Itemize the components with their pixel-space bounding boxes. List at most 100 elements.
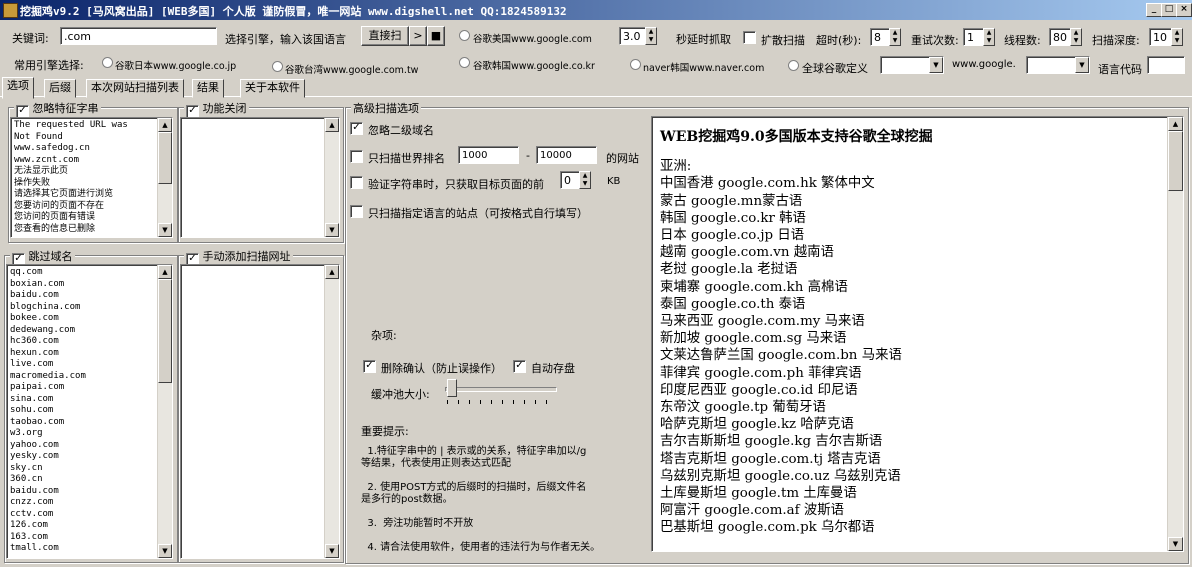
scroll-down-arrow[interactable]: ▼ <box>1168 537 1183 551</box>
chevron-down-icon[interactable]: ▼ <box>1075 57 1089 73</box>
list-item: 360.cn <box>10 474 43 484</box>
scroll-up-arrow[interactable]: ▲ <box>158 118 172 132</box>
scroll-down-arrow[interactable]: ▼ <box>325 544 339 558</box>
notes-title: 重要提示: <box>361 425 409 438</box>
buffer-slider-ticks <box>447 400 555 404</box>
close-button[interactable]: × <box>1176 3 1192 17</box>
list-item: 菲律宾 google.com.ph 菲律宾语 <box>660 365 862 381</box>
list-item: 中国香港 google.com.hk 繁体中文 <box>660 176 875 192</box>
radio-google-kr[interactable] <box>459 57 470 68</box>
ignore-subdomain-label: 忽略二级域名 <box>368 124 434 137</box>
verify-stepper[interactable]: ▲ ▼ <box>579 171 591 189</box>
rank-to-input[interactable]: 10000 <box>536 146 597 164</box>
lang-code-input[interactable] <box>1147 56 1185 74</box>
scroll-down-arrow[interactable]: ▼ <box>158 223 172 237</box>
depth-input[interactable]: 10 <box>1149 28 1173 46</box>
radio-google-us[interactable] <box>459 30 470 41</box>
scroll-up-arrow[interactable]: ▲ <box>325 265 339 279</box>
verify-checkbox[interactable] <box>350 176 363 189</box>
ignore-strings-list[interactable]: The requested URL was Not Found www.safedo… <box>10 117 173 238</box>
maximize-button[interactable]: □ <box>1161 3 1177 17</box>
scrollbar[interactable]: ▲ ▼ <box>324 265 339 558</box>
skip-domains-title: 跳过域名 <box>28 250 73 263</box>
info-panel[interactable]: WEB挖掘鸡9.0多国版本支持谷歌全球挖掘 亚洲: 中国香港 google.co… <box>651 116 1184 552</box>
scroll-down-arrow[interactable]: ▼ <box>325 223 339 237</box>
list-item: www.safedog.cn <box>14 143 90 153</box>
lang-only-label: 只扫描指定语言的站点（可按格式自行填写） <box>368 207 588 220</box>
expand-scan-checkbox[interactable] <box>743 31 756 44</box>
note-item: 1.特征字串中的 | 表示或的关系，特征字串加以/g 等结果，代表使用正则表达式… <box>361 446 587 469</box>
stop-button[interactable]: ■ <box>427 26 445 46</box>
tab-results[interactable]: 结果 <box>192 79 224 98</box>
list-item: 老挝 google.la 老挝语 <box>660 262 798 278</box>
tab-options[interactable]: 选项 <box>2 77 34 99</box>
list-item: baidu.com <box>10 290 59 300</box>
list-item: 柬埔寨 google.com.kh 高棉语 <box>660 279 848 295</box>
advanced-options-title: 高级扫描选项 <box>351 100 421 116</box>
start-button[interactable]: > <box>409 26 427 46</box>
list-item: blogchina.com <box>10 301 81 312</box>
radio-google-jp[interactable] <box>102 57 113 68</box>
scroll-down-arrow[interactable]: ▼ <box>158 544 172 558</box>
scrollbar[interactable]: ▲ ▼ <box>1167 117 1183 551</box>
skip-domains-list[interactable]: qq.com boxian.com baidu.com blogchina.com bo… <box>6 264 173 559</box>
verify-label: 验证字符串时，只获取目标页面的前 <box>368 178 544 191</box>
retry-stepper[interactable]: ▲ ▼ <box>983 28 995 46</box>
radio-global-google[interactable] <box>788 60 799 71</box>
lang-only-checkbox[interactable] <box>350 205 363 218</box>
confirm-delete-label: 删除确认（防止误操作） <box>381 362 502 375</box>
scroll-up-arrow[interactable]: ▲ <box>325 118 339 132</box>
rank-checkbox[interactable] <box>350 150 363 163</box>
scroll-thumb[interactable] <box>158 132 172 184</box>
radio-google-tw[interactable] <box>272 61 283 72</box>
direct-scan-button[interactable]: 直接扫 <box>361 26 409 46</box>
google-jp-label: 谷歌日本www.google.co.jp <box>115 61 237 72</box>
feature-off-list[interactable]: ▲ ▼ <box>180 117 340 238</box>
chevron-down-icon[interactable]: ▼ <box>929 57 943 73</box>
scroll-up-arrow[interactable]: ▲ <box>158 265 172 279</box>
list-item: qq.com <box>10 267 43 277</box>
note-item: 4. 请合法使用软件，使用者的违法行为与作者无关。 <box>361 542 601 553</box>
list-item: 越南 google.com.vn 越南语 <box>660 245 834 261</box>
list-item: 新加坡 google.com.sg 马来语 <box>660 331 847 347</box>
list-item: hexun.com <box>10 347 59 358</box>
threads-label: 线程数: <box>1004 34 1041 47</box>
scroll-up-arrow[interactable]: ▲ <box>1168 117 1183 131</box>
note-item: 2. 使用POST方式的后缀时的扫描时，后缀文件名 是多行的post数据。 <box>361 482 587 505</box>
list-item: w3.org <box>10 428 43 438</box>
list-item: 无法显示此页 <box>14 166 69 176</box>
rank-from-input[interactable]: 1000 <box>458 146 519 164</box>
depth-stepper[interactable]: ▲ ▼ <box>1171 28 1183 46</box>
auto-save-checkbox[interactable]: ✓ <box>513 360 526 373</box>
threads-stepper[interactable]: ▲ ▼ <box>1070 28 1082 46</box>
buffer-slider-thumb[interactable] <box>447 379 457 397</box>
threads-input[interactable]: 80 <box>1049 28 1071 46</box>
timeout-stepper[interactable]: ▲ ▼ <box>889 28 901 46</box>
scrollbar[interactable]: ▲ ▼ <box>324 118 339 237</box>
list-item: 塔吉克斯坦 google.com.tj 塔吉克语 <box>660 451 881 467</box>
retry-label: 重试次数: <box>911 34 959 47</box>
scroll-thumb[interactable] <box>1168 131 1183 191</box>
keyword-input[interactable]: .com <box>60 27 217 45</box>
list-item: paipai.com <box>10 382 65 392</box>
scroll-thumb[interactable] <box>158 279 172 383</box>
scrollbar[interactable]: ▲ ▼ <box>157 265 172 558</box>
retry-input[interactable]: 1 <box>963 28 985 46</box>
tab-scan-list[interactable]: 本次网站扫描列表 <box>86 79 184 98</box>
list-item: tmall.com <box>10 543 59 553</box>
scrollbar[interactable]: ▲ ▼ <box>157 118 172 237</box>
tab-about[interactable]: 关于本软件 <box>240 79 305 98</box>
delay-stepper[interactable]: ▲ ▼ <box>645 27 657 45</box>
manual-add-list[interactable]: ▲ ▼ <box>180 264 340 559</box>
confirm-delete-checkbox[interactable]: ✓ <box>363 360 376 373</box>
verify-input[interactable]: 0 <box>560 171 580 189</box>
ignore-subdomain-checkbox[interactable]: ✓ <box>350 122 363 135</box>
google-prefix-label: www.google. <box>952 59 1016 70</box>
list-item: hc360.com <box>10 336 59 346</box>
list-item: 巴基斯坦 google.com.pk 乌尔都语 <box>660 520 875 536</box>
radio-naver[interactable] <box>630 59 641 70</box>
tab-suffix[interactable]: 后缀 <box>44 79 76 98</box>
buffer-slider-track[interactable] <box>445 387 557 392</box>
timeout-input[interactable]: 8 <box>870 28 890 46</box>
minimize-button[interactable]: _ <box>1146 3 1162 17</box>
